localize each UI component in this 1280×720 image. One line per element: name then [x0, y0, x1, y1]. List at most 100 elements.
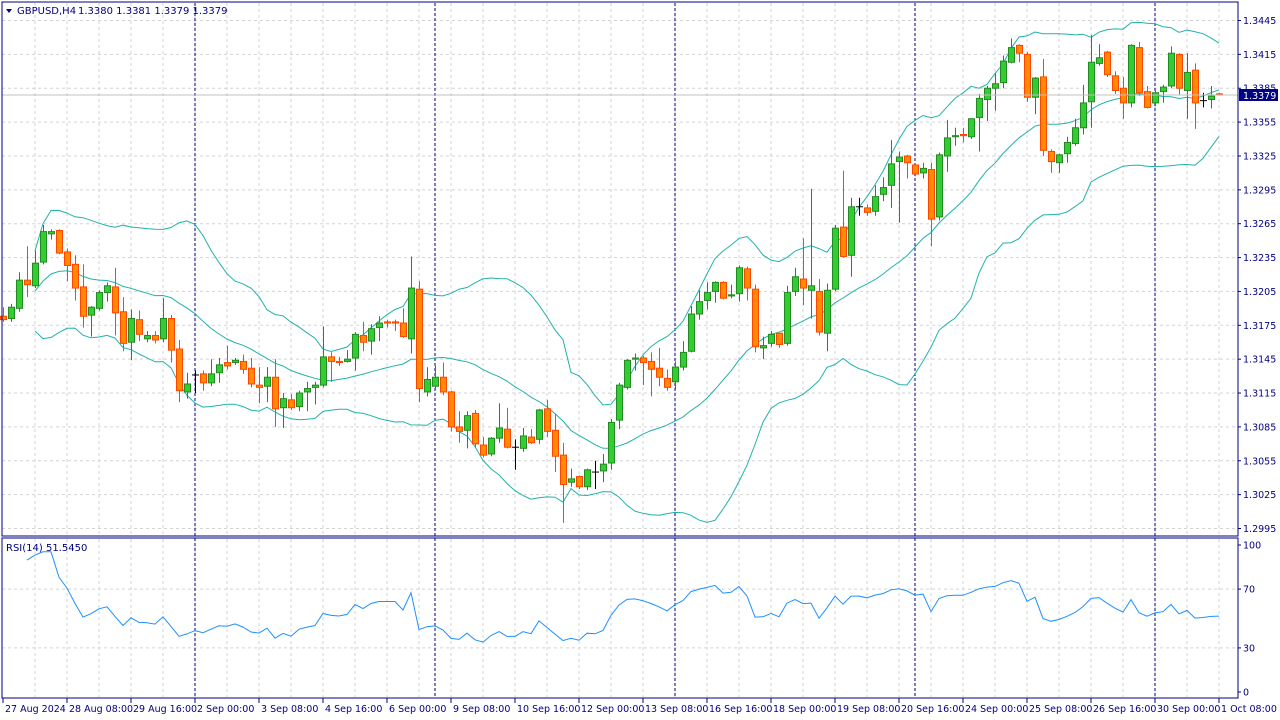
candle-body [448, 391, 455, 428]
candle-body [544, 408, 551, 432]
candle-body [216, 364, 223, 374]
candle-body [712, 281, 719, 292]
candle-body [848, 206, 855, 256]
candle-body [552, 429, 559, 457]
candle-body [928, 169, 935, 220]
candle-body [488, 437, 495, 455]
time-label: 9 Sep 08:00 [453, 704, 510, 715]
candle-body [648, 360, 655, 370]
time-label: 10 Sep 16:00 [517, 704, 580, 715]
candle-body [320, 356, 327, 386]
candle-body [1024, 53, 1031, 98]
candle-body [672, 366, 679, 383]
candle[interactable] [936, 152, 943, 221]
candle[interactable] [608, 418, 615, 470]
candle[interactable] [488, 437, 495, 457]
price-label: 1.3085 [1243, 422, 1276, 433]
candle-body [760, 345, 767, 349]
candle-body [840, 226, 847, 257]
candle-body [8, 306, 15, 320]
candle-body [1184, 71, 1191, 91]
candle-body [984, 87, 991, 101]
candle[interactable] [1128, 44, 1135, 108]
candle-body [520, 435, 527, 449]
candle-body [304, 388, 311, 393]
rsi-label: RSI(14) 51.5450 [6, 543, 87, 554]
candle-body [656, 367, 663, 378]
candle-body [688, 313, 695, 352]
time-label: 16 Sep 16:00 [709, 704, 772, 715]
candle-body [968, 118, 975, 138]
candle-body [88, 306, 95, 316]
candle-body [288, 399, 295, 409]
time-label: 26 Sep 16:00 [1093, 704, 1156, 715]
candle-body [240, 360, 247, 370]
candle[interactable] [584, 468, 591, 491]
candle-body [568, 478, 575, 483]
candle[interactable] [96, 290, 103, 311]
candle-body [744, 268, 751, 289]
time-label: 4 Sep 16:00 [325, 704, 382, 715]
candle-body [768, 333, 775, 344]
price-label: 1.3355 [1243, 118, 1276, 129]
time-label: 30 Sep 00:00 [1157, 704, 1220, 715]
candle-body [176, 348, 183, 392]
candle-body [144, 334, 151, 340]
candle-body [896, 156, 903, 163]
trading-chart[interactable]: GBPUSD,H4 1.3380 1.3381 1.3379 1.3379 RS… [0, 0, 1280, 720]
candle-body [640, 357, 647, 364]
candle[interactable] [1136, 41, 1143, 97]
candle[interactable] [576, 475, 583, 489]
current-price-value: 1.3379 [1243, 91, 1276, 102]
candle-body [1128, 44, 1135, 104]
candle[interactable] [968, 118, 975, 140]
candle-body [616, 384, 623, 421]
candle[interactable] [472, 409, 479, 448]
rsi-level-label: 100 [1243, 541, 1261, 552]
candle[interactable] [56, 229, 63, 255]
candle-body [64, 251, 71, 266]
candle-body [832, 227, 839, 290]
candle-body [1048, 150, 1055, 163]
candle-body [424, 378, 431, 393]
price-label: 1.3055 [1243, 456, 1276, 467]
candle[interactable] [832, 224, 839, 292]
candle-body [392, 321, 399, 324]
time-label: 24 Sep 00:00 [965, 704, 1028, 715]
candle-body [200, 373, 207, 384]
candle-body [704, 292, 711, 301]
candle-body [872, 196, 879, 212]
candle[interactable] [720, 281, 727, 300]
price-label: 1.3115 [1243, 389, 1276, 400]
candle[interactable] [624, 359, 631, 390]
candle-body [696, 301, 703, 315]
candle-body [336, 360, 343, 364]
candle-body [80, 286, 87, 317]
candle[interactable] [1024, 52, 1031, 102]
price-label: 1.3265 [1243, 219, 1276, 230]
candle-body [1104, 51, 1111, 76]
candle-body [48, 231, 55, 235]
candle[interactable] [784, 285, 791, 346]
candle-body [1168, 52, 1175, 87]
candle[interactable] [536, 408, 543, 444]
candle-body [1136, 47, 1143, 94]
candle-body [1144, 91, 1151, 108]
candle[interactable] [912, 163, 919, 177]
time-label: 12 Sep 00:00 [581, 704, 644, 715]
candle[interactable] [752, 284, 759, 353]
candle-body [224, 362, 231, 367]
candle-body [344, 358, 351, 362]
candle-body [480, 444, 487, 456]
candle-body [1072, 127, 1079, 145]
candle-body [328, 356, 335, 362]
candle[interactable] [1104, 50, 1111, 77]
candle-body [584, 469, 591, 488]
candle[interactable] [416, 281, 423, 403]
candle-body [576, 476, 583, 488]
candle[interactable] [448, 390, 455, 432]
current-price-tag: 1.3379 [1239, 89, 1278, 102]
candle-body [120, 311, 127, 344]
time-label: 25 Sep 08:00 [1029, 704, 1092, 715]
time-label: 1 Oct 08:00 [1221, 704, 1277, 715]
